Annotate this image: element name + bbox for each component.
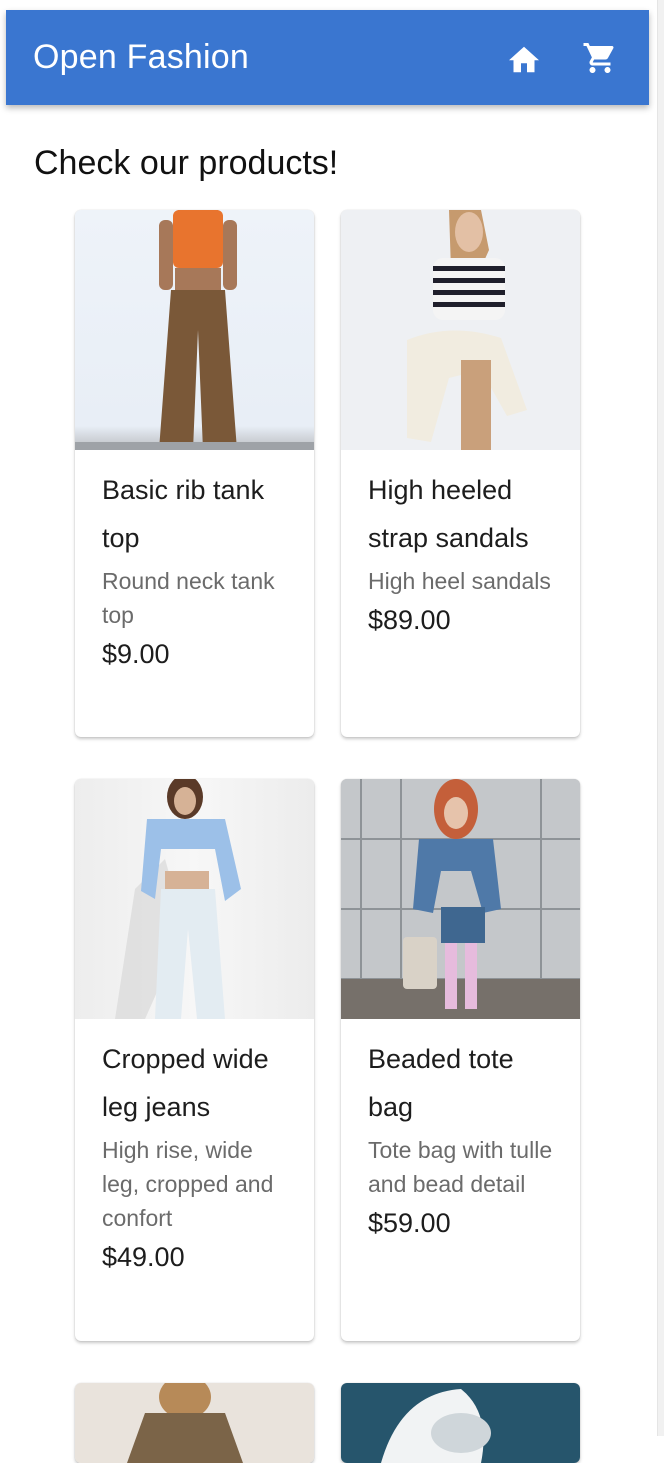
product-card[interactable] xyxy=(75,1383,314,1463)
product-title: High heeled strap sandals xyxy=(368,475,529,553)
shopping-cart-icon[interactable] xyxy=(581,39,619,77)
product-price: $9.00 xyxy=(102,639,170,669)
product-card[interactable] xyxy=(341,1383,580,1463)
product-description: High heel sandals xyxy=(368,568,551,594)
page-scrollbar[interactable] xyxy=(657,0,664,1436)
product-card[interactable]: Beaded tote bag Tote bag with tulle and … xyxy=(341,779,580,1341)
product-image xyxy=(75,1383,314,1463)
product-price: $59.00 xyxy=(368,1208,451,1238)
product-description: Round neck tank top xyxy=(102,568,275,628)
product-price: $49.00 xyxy=(102,1242,185,1272)
product-card[interactable]: Cropped wide leg jeans High rise, wide l… xyxy=(75,779,314,1341)
product-image xyxy=(75,779,314,1019)
app-bar-actions xyxy=(505,10,619,105)
app-title[interactable]: Open Fashion xyxy=(33,38,249,77)
page-heading: Check our products! xyxy=(34,144,339,182)
product-image xyxy=(75,210,314,450)
product-title: Beaded tote bag xyxy=(368,1044,514,1122)
product-description: High rise, wide leg, cropped and confort xyxy=(102,1137,274,1231)
product-price: $89.00 xyxy=(368,605,451,635)
product-image xyxy=(341,1383,580,1463)
product-title: Cropped wide leg jeans xyxy=(102,1044,269,1122)
product-card[interactable]: High heeled strap sandals High heel sand… xyxy=(341,210,580,737)
product-card[interactable]: Basic rib tank top Round neck tank top $… xyxy=(75,210,314,737)
product-image xyxy=(341,779,580,1019)
product-image xyxy=(341,210,580,450)
home-icon[interactable] xyxy=(505,39,543,77)
product-description: Tote bag with tulle and bead detail xyxy=(368,1137,553,1197)
product-title: Basic rib tank top xyxy=(102,475,265,553)
app-bar: Open Fashion xyxy=(6,10,649,105)
